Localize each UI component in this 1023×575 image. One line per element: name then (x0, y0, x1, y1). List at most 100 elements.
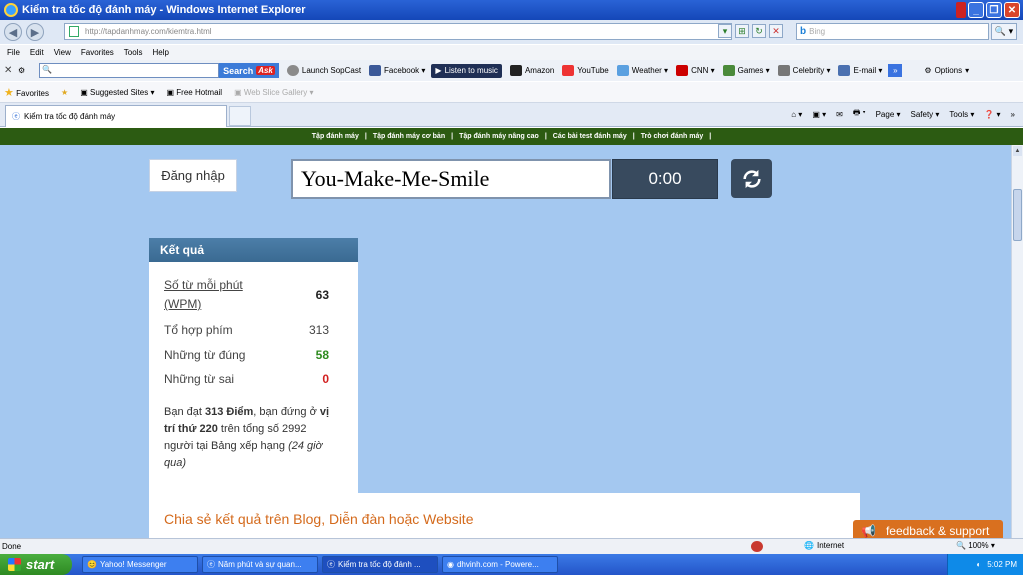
youtube-icon (562, 65, 575, 76)
restart-button[interactable] (731, 159, 772, 198)
settings-icon[interactable]: ⚙ (18, 66, 25, 75)
menu-favorites[interactable]: Favorites (81, 48, 114, 57)
forward-button[interactable]: ▶ (26, 23, 44, 41)
celebrity-link[interactable]: Celebrity ▾ (777, 65, 830, 76)
share-title: Chia sẻ kết quả trên Blog, Diễn đàn hoặc… (164, 511, 474, 527)
safety-menu[interactable]: Safety ▾ (911, 110, 940, 119)
feeds-icon[interactable]: ▣ ▾ (812, 110, 826, 119)
bing-search-input[interactable]: b Bing (796, 23, 989, 40)
taskbar-item-dhvinh[interactable]: ◉ dhvinh.com - Powere... (442, 556, 558, 573)
refresh-icon[interactable]: ↻ (752, 24, 766, 38)
free-hotmail-link[interactable]: ▣ Free Hotmail (166, 88, 222, 97)
weather-icon (616, 65, 629, 76)
taskbar: start 😊 Yahoo! Messenger ⓔ Năm phút và sự … (0, 554, 1023, 575)
wrong-words-value: 0 (322, 372, 329, 386)
scroll-up-icon[interactable]: ▲ (1013, 146, 1022, 156)
mail-icon[interactable]: ✉ (836, 110, 843, 119)
typing-word-input[interactable]: You-Make-Me-Smile (291, 159, 611, 199)
nav-tap-danh-may[interactable]: Tập đánh máy (312, 133, 359, 140)
print-icon[interactable]: 🖶 ▾ (853, 107, 866, 121)
taskbar-item-kiem-tra[interactable]: ⓔ Kiểm tra tốc độ đánh ... (322, 556, 438, 573)
page-menu[interactable]: Page ▾ (876, 110, 901, 119)
close-button[interactable]: ✕ (1004, 2, 1020, 18)
url-field[interactable]: http://tapdanhmay.com/kiemtra.html (64, 23, 732, 40)
window-title: Kiểm tra tốc độ đánh máy - Windows Inter… (22, 4, 306, 16)
ie-icon: ⓔ (207, 560, 215, 569)
menu-tools[interactable]: Tools (124, 48, 143, 57)
security-zone[interactable]: 🌐 Internet (804, 541, 844, 550)
record-icon[interactable] (956, 2, 966, 18)
add-favorite-icon[interactable]: ★ (61, 88, 68, 97)
vertical-scrollbar[interactable]: ▲ (1011, 145, 1023, 538)
tab-title: Kiểm tra tốc độ đánh máy (24, 112, 116, 121)
more-chevron-icon[interactable]: » (1011, 110, 1015, 119)
listen-music-button[interactable]: ▶ Listen to music (431, 63, 502, 78)
cnn-icon (676, 65, 689, 76)
menu-help[interactable]: Help (152, 48, 168, 57)
correct-words-label: Những từ đúng (164, 348, 246, 362)
compatibility-icon[interactable]: ⊞ (735, 24, 749, 38)
nav-co-ban[interactable]: Tập đánh máy cơ bản (373, 133, 445, 140)
share-panel: Chia sẻ kết quả trên Blog, Diễn đàn hoặc… (149, 493, 860, 538)
games-link[interactable]: Games ▾ (722, 65, 770, 76)
weather-link[interactable]: Weather ▾ (616, 65, 668, 76)
zoom-level[interactable]: 🔍 100% ▾ (956, 541, 995, 550)
favorites-bar: ★ Favorites ★ ▣ Suggested Sites ▾ ▣ Free… (0, 82, 1023, 103)
system-tray: ◐ 5:02 PM (947, 554, 1023, 575)
tray-icon[interactable]: ◐ (976, 560, 981, 569)
stop-icon[interactable]: ✕ (769, 24, 783, 38)
start-button[interactable]: start (0, 554, 72, 575)
email-link[interactable]: E-mail ▾ (838, 65, 882, 76)
menu-bar: File Edit View Favorites Tools Help (0, 45, 1023, 60)
favorites-button[interactable]: ★ Favorites (4, 86, 49, 99)
tools-menu[interactable]: Tools ▾ (949, 110, 974, 119)
maximize-button[interactable]: ❐ (986, 2, 1002, 18)
web-slice-gallery-link[interactable]: ▣ Web Slice Gallery ▾ (234, 88, 313, 97)
megaphone-icon: 📢 (861, 524, 876, 538)
ie-logo-icon (4, 3, 18, 17)
address-bar: ◀ ▶ http://tapdanhmay.com/kiemtra.html ▾… (0, 20, 1023, 44)
more-chevron-icon[interactable]: » (888, 64, 903, 77)
back-button[interactable]: ◀ (4, 23, 22, 41)
nav-bai-test[interactable]: Các bài test đánh máy (553, 133, 627, 140)
scroll-thumb[interactable] (1013, 189, 1022, 241)
minimize-button[interactable]: _ (968, 2, 984, 18)
dropdown-icon[interactable]: ▾ (718, 24, 732, 38)
login-button[interactable]: Đăng nhập (149, 159, 237, 192)
new-tab-button[interactable] (229, 106, 251, 126)
zoom-icon: 🔍 (956, 541, 966, 550)
ask-search-input[interactable] (39, 63, 220, 78)
taskbar-item-nam-phut[interactable]: ⓔ Năm phút và sự quan... (202, 556, 318, 573)
options-button[interactable]: ⚙ Options ▾ (924, 66, 969, 75)
nav-nang-cao[interactable]: Tập đánh máy nâng cao (459, 133, 539, 140)
celebrity-icon (777, 65, 790, 76)
toolbar-close-icon[interactable]: ✕ (4, 65, 14, 76)
taskbar-item-yahoo[interactable]: 😊 Yahoo! Messenger (82, 556, 198, 573)
security-icon[interactable] (751, 541, 763, 552)
facebook-link[interactable]: Facebook ▾ (369, 65, 425, 76)
results-title: Kết quả (149, 238, 358, 262)
score-points: 313 Điểm (204, 406, 254, 418)
youtube-link[interactable]: YouTube (562, 65, 609, 76)
nav-tro-choi[interactable]: Trò chơi đánh máy (641, 133, 704, 140)
correct-words-row: Những từ đúng 58 (164, 348, 329, 362)
title-bar: Kiểm tra tốc độ đánh máy - Windows Inter… (0, 0, 1023, 20)
correct-words-value: 58 (315, 348, 329, 362)
search-go-button[interactable]: 🔍 ▾ (991, 23, 1017, 40)
menu-edit[interactable]: Edit (30, 48, 44, 57)
tab-kiem-tra[interactable]: ⓔ Kiểm tra tốc độ đánh máy (5, 105, 227, 127)
cnn-link[interactable]: CNN ▾ (676, 65, 715, 76)
help-icon[interactable]: ❓ ▾ (984, 110, 1000, 119)
home-icon[interactable]: ⌂ ▾ (791, 110, 802, 119)
menu-file[interactable]: File (7, 48, 20, 57)
suggested-sites-link[interactable]: ▣ Suggested Sites ▾ (80, 88, 154, 97)
page-content: Đăng nhập You-Make-Me-Smile 0:00 Kết quả… (0, 145, 1011, 538)
feedback-button[interactable]: 📢 feedback & support (853, 520, 1003, 538)
amazon-link[interactable]: Amazon (509, 65, 554, 76)
ask-search-button[interactable]: Search Ask (219, 63, 279, 78)
sopcast-link[interactable]: Launch SopCast (286, 65, 361, 76)
globe-icon: 🌐 (804, 541, 814, 550)
wpm-label[interactable]: Số từ mỗi phút (WPM) (164, 276, 264, 314)
window-controls: _ ❐ ✕ (956, 2, 1020, 18)
menu-view[interactable]: View (54, 48, 71, 57)
